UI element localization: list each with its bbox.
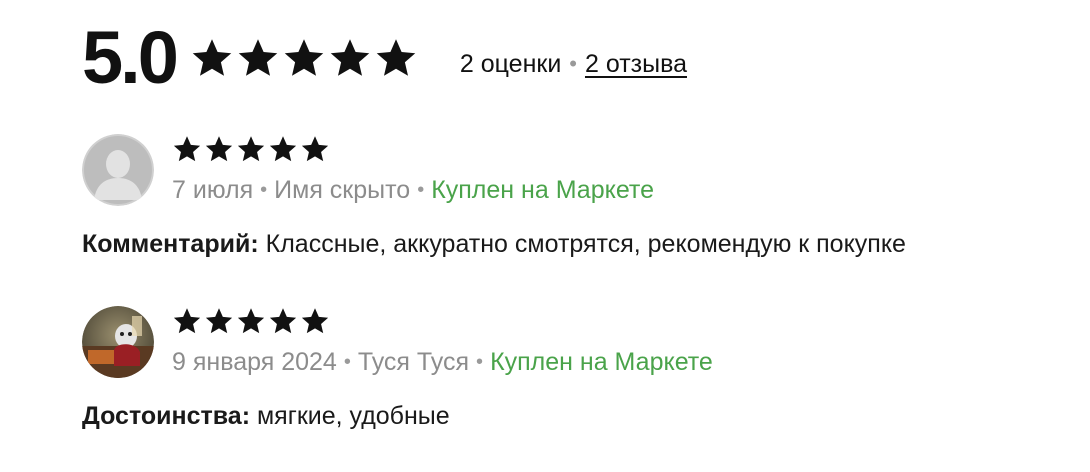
review-comment: Комментарий: Классные, аккуратно смотрят…: [82, 230, 906, 259]
review-text-value: мягкие, удобные: [250, 402, 450, 430]
user-photo-avatar: [82, 306, 154, 378]
default-user-avatar-icon: [82, 134, 154, 206]
reviewer-avatar[interactable]: [82, 134, 154, 206]
star-icon: [282, 36, 326, 80]
review-advantages: Достоинства: мягкие, удобные: [82, 402, 450, 431]
star-icon: [300, 134, 330, 164]
review-meta: 9 января 2024 • Туся Туся • Куплен на Ма…: [172, 348, 713, 377]
star-icon: [236, 306, 266, 336]
review-author: Туся Туся: [357, 348, 470, 376]
star-icon: [300, 306, 330, 336]
star-icon: [236, 36, 280, 80]
star-icon: [374, 36, 418, 80]
separator-dot: •: [417, 179, 425, 201]
star-icon: [204, 306, 234, 336]
star-icon: [172, 306, 202, 336]
star-icon: [236, 134, 266, 164]
star-icon: [268, 134, 298, 164]
review-stars: [172, 134, 330, 164]
star-icon: [172, 134, 202, 164]
purchased-badge: Куплен на Маркете: [490, 348, 713, 376]
reviewer-avatar[interactable]: [82, 306, 154, 378]
separator-dot: •: [343, 351, 351, 373]
separator-dot: •: [260, 179, 268, 201]
ratings-count: 2 оценки: [459, 49, 562, 78]
review-date: 9 января 2024: [172, 348, 337, 376]
rating-counts: 2 оценки • 2 отзыва: [460, 50, 687, 79]
review-meta: 7 июля • Имя скрыто • Куплен на Маркете: [172, 176, 654, 205]
separator-dot: •: [569, 51, 577, 76]
average-rating-stars: [190, 36, 418, 80]
review-author: Имя скрыто: [274, 176, 411, 204]
review-text-label: Комментарий:: [82, 230, 259, 258]
reviews-count-link[interactable]: 2 отзыва: [585, 50, 687, 79]
star-icon: [268, 306, 298, 336]
review-text-value: Классные, аккуратно смотрятся, рекоменду…: [258, 230, 906, 258]
average-rating: 5.0: [82, 16, 179, 99]
review-stars: [172, 306, 330, 336]
review-date: 7 июля: [172, 176, 254, 204]
purchased-badge: Куплен на Маркете: [431, 176, 654, 204]
star-icon: [328, 36, 372, 80]
star-icon: [190, 36, 234, 80]
rating-summary: 5.0 2 оценки • 2 отзыва: [82, 18, 687, 98]
separator-dot: •: [476, 351, 484, 373]
review-text-label: Достоинства:: [82, 402, 251, 430]
star-icon: [204, 134, 234, 164]
